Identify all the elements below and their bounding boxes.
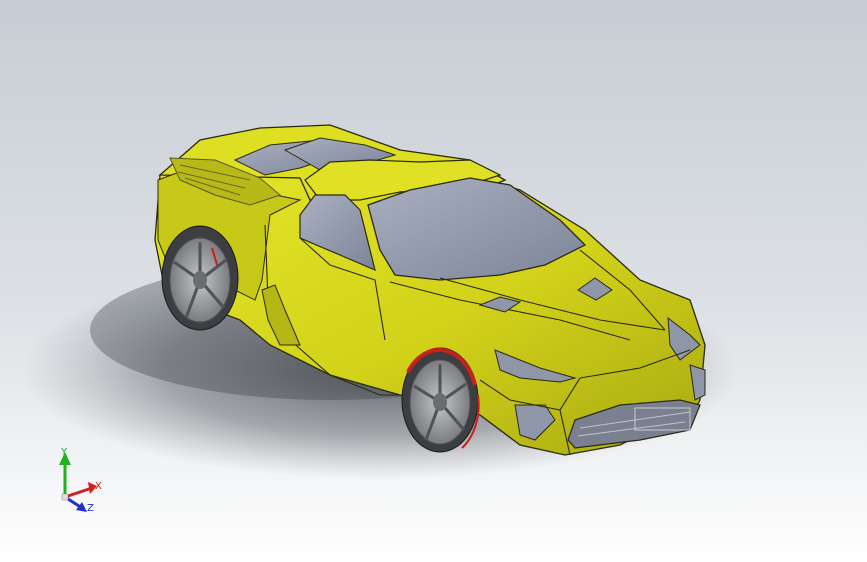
x-axis-label: X: [95, 481, 102, 492]
graphics-viewport[interactable]: Y X Z: [0, 0, 867, 562]
y-axis-label: Y: [60, 447, 68, 458]
rear-wheel[interactable]: [161, 225, 239, 331]
model-canvas[interactable]: Y X Z: [0, 0, 867, 562]
coordinate-triad: Y X Z: [59, 447, 102, 514]
z-axis-label: Z: [87, 503, 94, 514]
front-wheel[interactable]: [401, 347, 480, 453]
x-axis: [64, 486, 93, 499]
